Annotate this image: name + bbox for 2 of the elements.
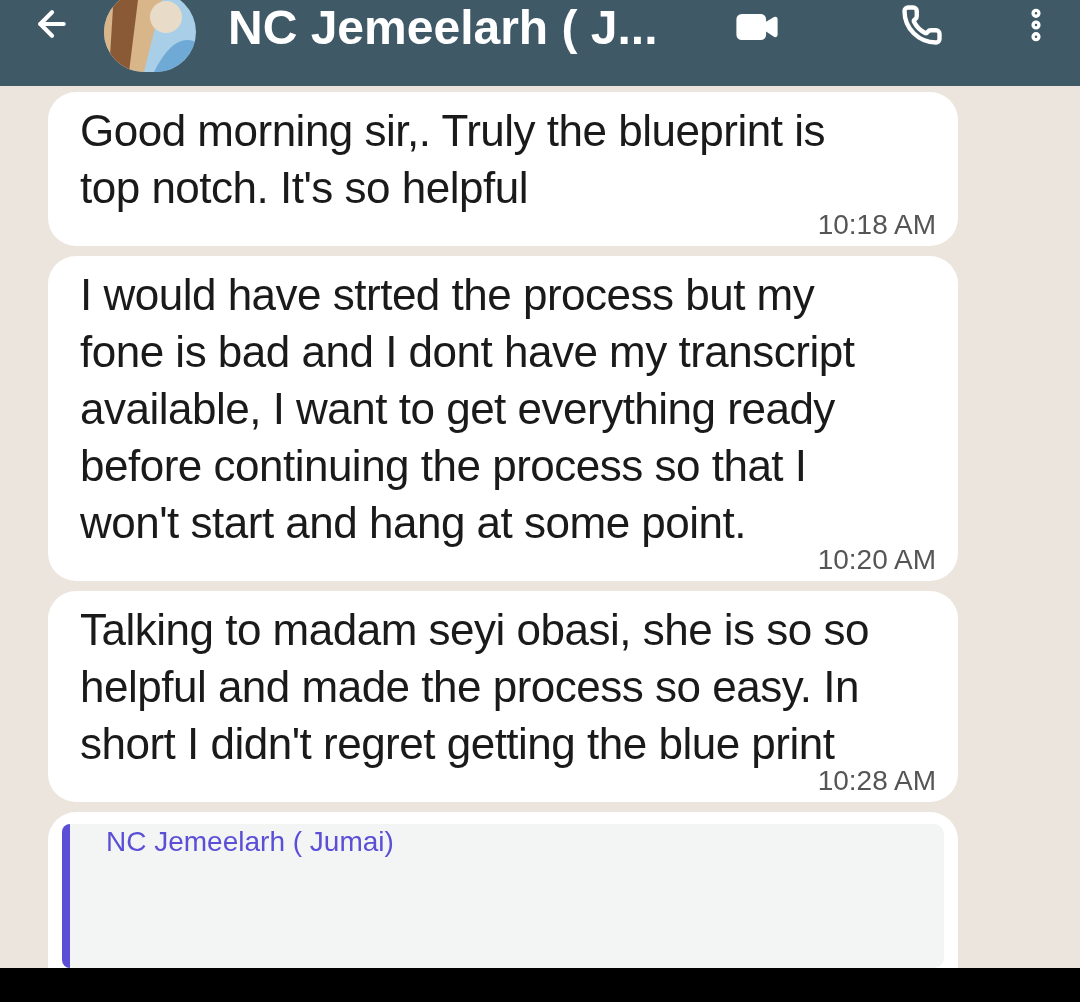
quoted-sender: NC Jemeelarh ( Jumai) <box>106 825 394 859</box>
contact-name[interactable]: NC Jemeelarh ( J... <box>228 4 658 52</box>
